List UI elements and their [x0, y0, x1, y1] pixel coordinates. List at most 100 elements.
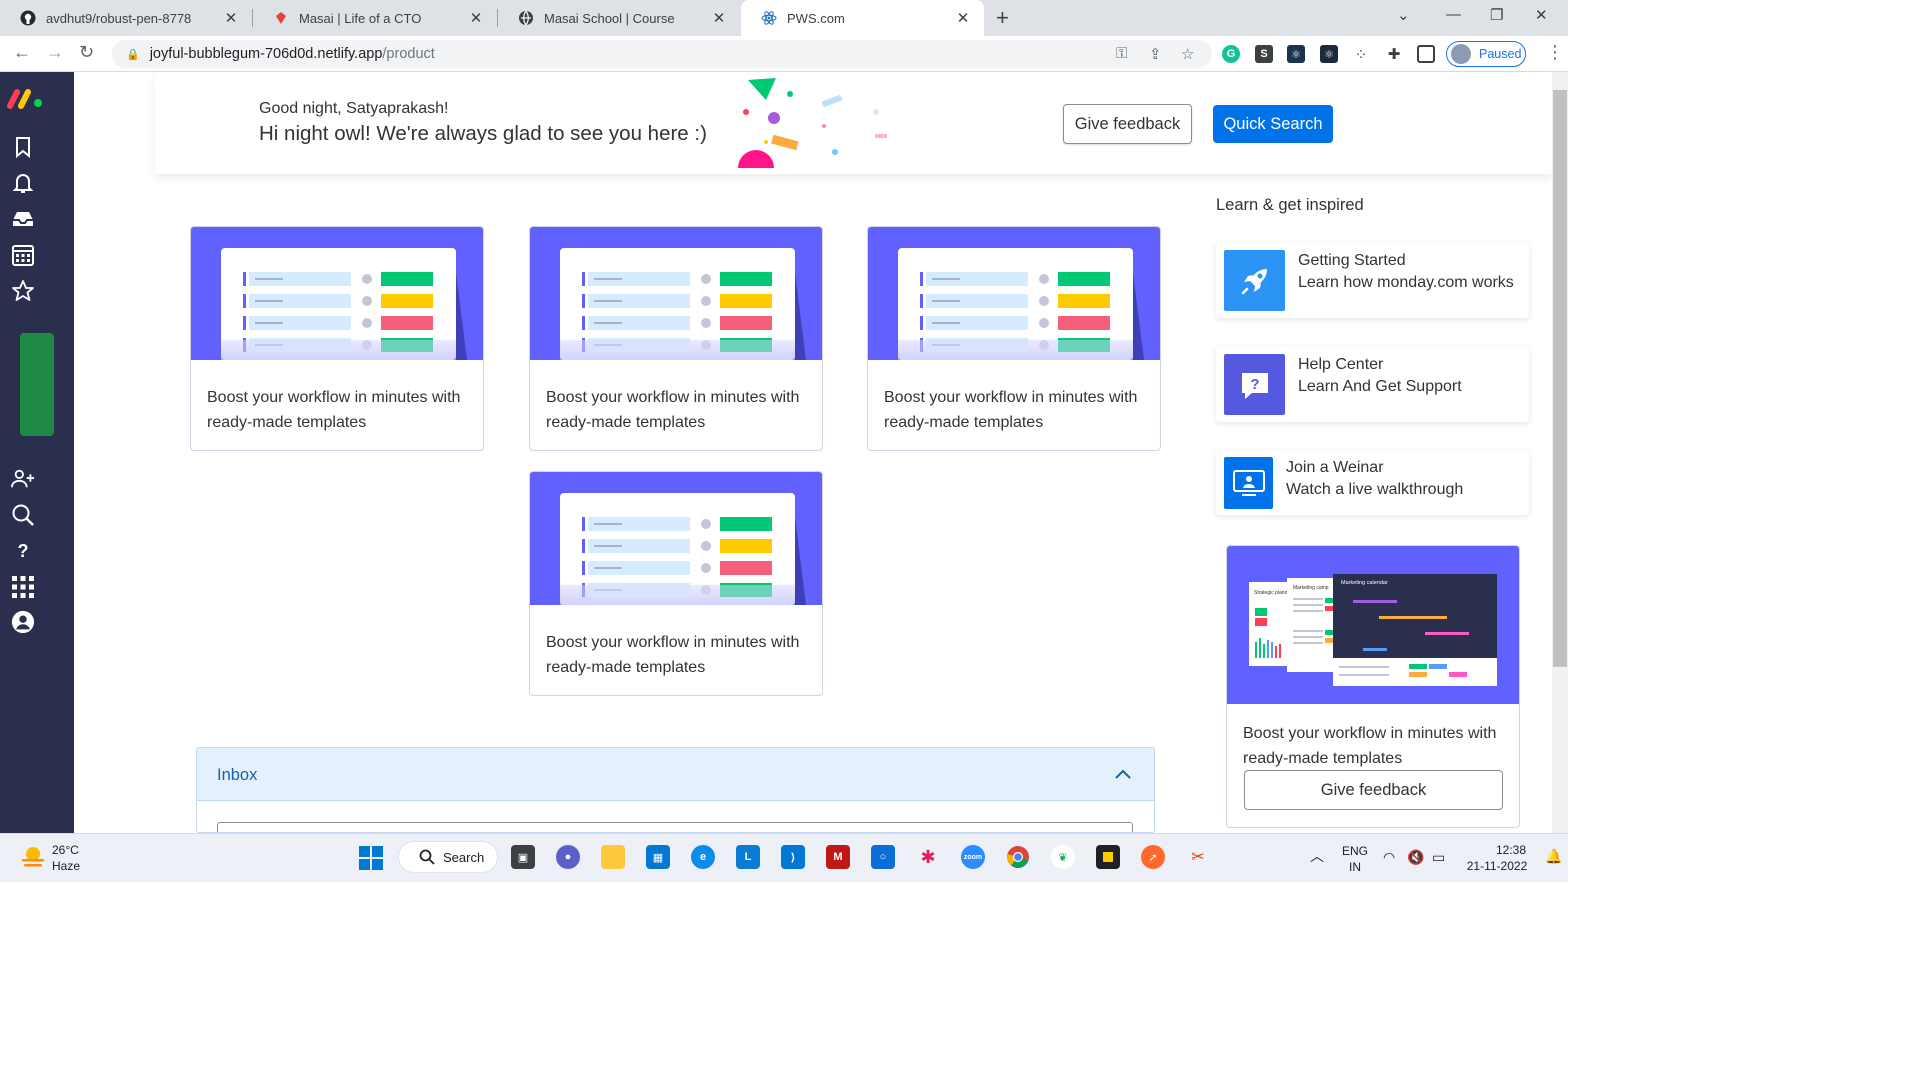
side-panel-icon[interactable] [1417, 45, 1435, 63]
browser-tab-masai-course[interactable]: Masai School | Course ✕ [498, 0, 740, 36]
scrollbar-thumb[interactable] [1553, 90, 1567, 667]
help-question-icon[interactable]: ? [11, 539, 35, 563]
browser-tab-github[interactable]: avdhut9/robust-pen-8778 ✕ [0, 0, 252, 36]
redux-extension-icon[interactable]: ⚛ [1320, 45, 1338, 63]
quick-search-button[interactable]: Quick Search [1213, 105, 1333, 143]
minimize-icon[interactable]: — [1446, 6, 1461, 23]
clock-date: 21-11-2022 [1466, 859, 1528, 873]
share-icon[interactable]: ⇪ [1149, 45, 1162, 63]
tab-title: Masai School | Course [544, 10, 675, 26]
learn-card-getting-started[interactable]: Getting Started Learn how monday.com wor… [1216, 242, 1529, 318]
mongodb-icon[interactable]: ❦ [1051, 845, 1075, 869]
learn-card-help-center[interactable]: ? Help Center Learn And Get Support [1216, 346, 1529, 422]
inbox-title: Inbox [217, 766, 258, 784]
volume-muted-icon[interactable]: 🔇 [1407, 849, 1424, 865]
back-icon[interactable]: ← [13, 42, 31, 63]
close-tab-icon[interactable]: ✕ [954, 9, 972, 27]
microsoft-store-icon[interactable]: ▦ [646, 845, 670, 869]
close-tab-icon[interactable]: ✕ [710, 9, 728, 27]
template-card[interactable]: Boost your workflow in minutes with read… [190, 226, 484, 451]
template-card[interactable]: Boost your workflow in minutes with read… [529, 471, 823, 696]
sticky-notes-icon[interactable] [1096, 845, 1120, 869]
language-code: ENG [1341, 844, 1368, 858]
weather-widget[interactable]: 26°C Haze [52, 842, 80, 874]
clock-time: 12:38 [1495, 843, 1526, 857]
zoom-icon[interactable]: zoom [961, 845, 985, 869]
chrome-icon[interactable] [1006, 845, 1030, 869]
language-indicator[interactable]: ENG IN [1338, 843, 1372, 875]
dots-extension-icon[interactable]: ⁘ [1352, 45, 1370, 63]
browser-tab-masai-cto[interactable]: Masai | Life of a CTO ✕ [253, 0, 497, 36]
bookmark-icon[interactable] [11, 135, 35, 159]
inbox-header[interactable]: Inbox [197, 748, 1154, 801]
monday-logo-icon[interactable] [6, 86, 46, 110]
restore-icon[interactable]: ❐ [1490, 6, 1503, 24]
template-description: Boost your workflow in minutes with read… [207, 389, 461, 431]
weather-haze-icon[interactable] [20, 843, 46, 869]
teams-chat-icon[interactable]: ● [556, 845, 580, 869]
globe-icon [518, 10, 534, 26]
extensions-puzzle-icon[interactable]: ✚ [1385, 45, 1403, 63]
template-card[interactable]: Boost your workflow in minutes with read… [867, 226, 1161, 451]
s-extension-icon[interactable]: S [1255, 45, 1273, 63]
react-devtools-extension-icon[interactable]: ⚛ [1287, 45, 1305, 63]
clock[interactable]: 12:38 21-11-2022 [1462, 842, 1532, 874]
close-tab-icon[interactable]: ✕ [467, 9, 485, 27]
tray-chevron-up-icon[interactable]: ︿ [1310, 848, 1324, 864]
promo-template-card[interactable]: Strategic plann Marketing camp Marketing… [1226, 545, 1520, 828]
postman-icon[interactable]: ➚ [1141, 845, 1165, 869]
file-explorer-icon[interactable] [601, 845, 625, 869]
new-tab-icon[interactable]: + [996, 5, 1009, 31]
browser-tab-pws[interactable]: PWS.com ✕ [741, 0, 984, 36]
notifications-icon[interactable]: 🔔 [1545, 848, 1562, 864]
template-description: Boost your workflow in minutes with read… [884, 389, 1138, 431]
rocket-icon [1224, 250, 1285, 311]
masai-icon [273, 10, 289, 26]
close-window-icon[interactable]: ✕ [1535, 6, 1548, 24]
template-card[interactable]: Boost your workflow in minutes with read… [529, 226, 823, 451]
invite-user-icon[interactable] [11, 467, 35, 491]
close-tab-icon[interactable]: ✕ [222, 9, 240, 27]
search-icon[interactable] [11, 503, 35, 527]
cortana-icon[interactable]: ○ [871, 845, 895, 869]
workspace-indicator[interactable] [20, 333, 54, 436]
account-avatar-icon[interactable] [11, 610, 35, 634]
github-icon [20, 10, 36, 26]
address-bar[interactable]: 🔒 joyful-bubblegum-706d0d.netlify.app/pr… [112, 40, 1212, 68]
taskbar-search[interactable]: Search [398, 841, 498, 873]
browser-menu-icon[interactable]: ⋮ [1546, 42, 1564, 63]
profile-button[interactable]: Paused [1446, 41, 1526, 67]
windows-start-icon[interactable] [359, 846, 383, 870]
tab-title: PWS.com [787, 10, 845, 26]
forward-icon[interactable]: → [46, 42, 64, 63]
tab-search-chevron-icon[interactable]: ⌄ [1397, 6, 1410, 24]
wifi-icon[interactable]: ◠ [1383, 849, 1395, 865]
snipping-tool-icon[interactable]: ✂ [1186, 845, 1210, 869]
vscode-icon[interactable]: ⟩ [781, 845, 805, 869]
calendar-icon[interactable] [11, 243, 35, 267]
promo-give-feedback-button[interactable]: Give feedback [1244, 770, 1503, 810]
learn-card-webinar[interactable]: Join a Weinar Watch a live walkthrough [1216, 451, 1529, 515]
mcafee-icon[interactable]: M [826, 845, 850, 869]
give-feedback-button[interactable]: Give feedback [1063, 104, 1192, 144]
reload-icon[interactable]: ↻ [79, 42, 94, 63]
l-app-icon[interactable]: L [736, 845, 760, 869]
bookmark-star-icon[interactable]: ☆ [1181, 45, 1194, 63]
battery-icon[interactable]: ▭ [1432, 849, 1445, 865]
promo-description: Boost your workflow in minutes with read… [1243, 725, 1497, 767]
inbox-update-box [217, 822, 1133, 832]
grammarly-extension-icon[interactable]: G [1222, 45, 1240, 63]
webinar-icon [1224, 457, 1273, 509]
template-thumbnail [530, 227, 822, 360]
slack-icon[interactable]: ✱ [916, 845, 940, 869]
notifications-bell-icon[interactable] [11, 171, 35, 195]
inbox-tray-icon[interactable] [11, 207, 35, 231]
edge-browser-icon[interactable]: e [691, 845, 715, 869]
lock-icon: 🔒 [126, 48, 140, 61]
apps-grid-icon[interactable] [11, 575, 35, 599]
key-icon[interactable]: ⚿ [1116, 45, 1127, 62]
chevron-up-icon[interactable] [1113, 764, 1133, 784]
task-view-icon[interactable]: ▣ [511, 845, 535, 869]
greeting-text: Good night, Satyaprakash! [259, 100, 449, 117]
favorites-star-icon[interactable] [11, 279, 35, 303]
